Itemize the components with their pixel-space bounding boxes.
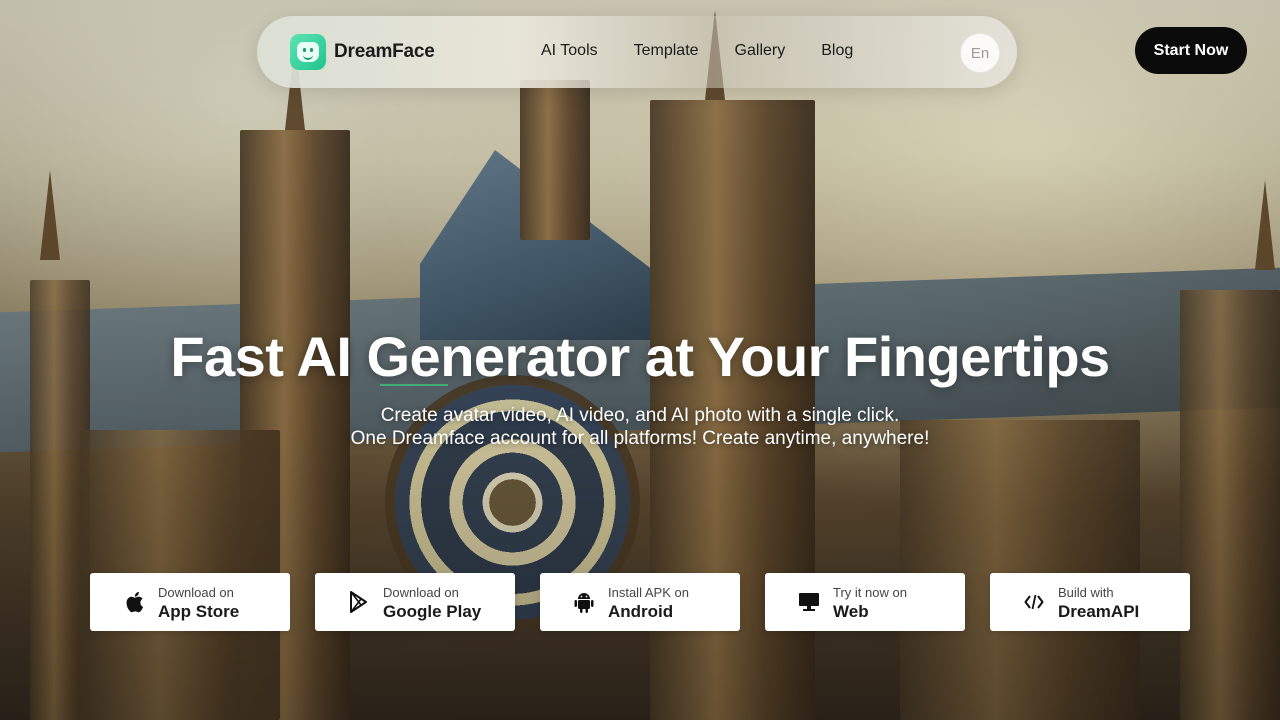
web-caption: Try it now on — [833, 585, 907, 600]
download-options: Download on App Store Download on Google… — [90, 573, 1190, 631]
nav-link-blog[interactable]: Blog — [821, 42, 853, 60]
google-play-label: Google Play — [383, 602, 482, 621]
landing-page: DreamFace AI Tools Template Gallery Blog… — [0, 0, 1280, 720]
brand-name[interactable]: DreamFace — [334, 41, 435, 63]
start-now-button[interactable]: Start Now — [1135, 27, 1247, 74]
web-app-button[interactable]: Try it now on Web — [765, 573, 965, 631]
nav-link-gallery[interactable]: Gallery — [735, 42, 786, 60]
android-icon — [573, 590, 595, 614]
nav-links: AI Tools Template Gallery Blog — [541, 42, 853, 60]
monitor-icon — [798, 590, 820, 614]
google-play-button[interactable]: Download on Google Play — [315, 573, 515, 631]
app-store-button[interactable]: Download on App Store — [90, 573, 290, 631]
app-store-caption: Download on — [158, 585, 234, 600]
language-selector-button[interactable]: En — [960, 33, 1000, 73]
google-play-caption: Download on — [383, 585, 459, 600]
code-icon — [1023, 590, 1045, 614]
dreamface-logo-icon[interactable] — [290, 34, 326, 70]
app-store-label: App Store — [158, 602, 240, 621]
google-play-icon — [348, 590, 370, 614]
top-navbar: DreamFace AI Tools Template Gallery Blog… — [257, 16, 1017, 88]
dreamapi-label: DreamAPI — [1058, 602, 1140, 621]
web-label: Web — [833, 602, 869, 621]
hero-subtitle-line-2: One Dreamface account for all platforms!… — [350, 428, 930, 449]
nav-link-template[interactable]: Template — [634, 42, 699, 60]
title-accent-underline — [380, 384, 448, 386]
dreamapi-button[interactable]: Build with DreamAPI — [990, 573, 1190, 631]
android-label: Android — [608, 602, 674, 621]
dreamapi-caption: Build with — [1058, 585, 1114, 600]
android-caption: Install APK on — [608, 585, 689, 600]
android-apk-button[interactable]: Install APK on Android — [540, 573, 740, 631]
nav-link-ai-tools[interactable]: AI Tools — [541, 42, 598, 60]
hero-title: Fast AI Generator at Your Fingertips — [170, 325, 1110, 388]
hero-subtitle-line-1: Create avatar video, AI video, and AI ph… — [380, 405, 900, 426]
apple-icon — [123, 590, 145, 614]
hero-subtitle: Create avatar video, AI video, and AI ph… — [0, 404, 1280, 450]
